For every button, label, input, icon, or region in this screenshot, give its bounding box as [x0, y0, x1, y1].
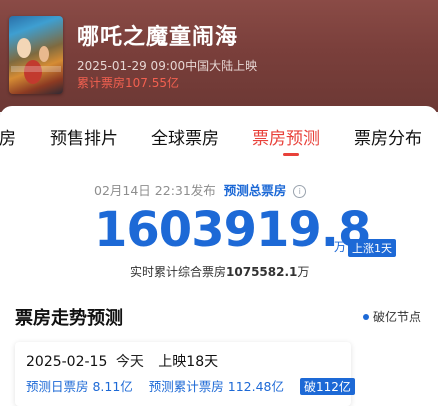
break-112-badge: 破112亿	[300, 378, 355, 395]
legend-dot	[363, 314, 369, 320]
movie-title: 哪吒之魔童闹海	[77, 25, 239, 50]
forecast-date: 2025-02-15	[26, 354, 108, 370]
content-panel: 房 预售排片 全球票房 票房预测 票房分布 02月14日 22:31发布 预测总…	[0, 106, 438, 406]
today-label: 今天	[115, 354, 144, 370]
movie-poster[interactable]	[9, 16, 63, 94]
forecast-date-line: 2025-02-15 今天 上映18天	[26, 351, 218, 371]
cumulative-box-office: 累计票房107.55亿	[77, 76, 179, 90]
break-node-label: 破亿节点	[373, 310, 422, 324]
tab-presale-schedule[interactable]: 预售排片	[50, 124, 118, 149]
forecast-values-row: 预测日票房 8.11亿 预测累计票房 112.48亿 破112亿	[26, 376, 355, 395]
realtime-box-office: 实时累计综合票房1075582.1万	[130, 263, 309, 280]
rise-badge: 上涨1天	[348, 239, 396, 257]
realtime-label: 实时累计综合票房	[130, 265, 227, 279]
update-time: 02月14日 22:31发布	[94, 183, 216, 198]
release-info: 2025-01-29 09:00中国大陆上映	[77, 59, 258, 73]
trend-section-title: 票房走势预测	[15, 308, 123, 329]
realtime-unit: 万	[297, 265, 310, 279]
forecast-card[interactable]: 2025-02-15 今天 上映18天 预测日票房 8.11亿 预测累计票房 1…	[15, 342, 355, 406]
tab-bar: 房 预售排片 全球票房 票房预测 票房分布	[0, 106, 438, 162]
value-unit: 万	[334, 240, 347, 254]
predicted-total-value: 1603919.8	[94, 202, 371, 258]
days-since-release: 上映18天	[158, 354, 219, 370]
cumulative-forecast: 预测累计票房 112.48亿	[148, 379, 285, 394]
tab-box-office-forecast[interactable]: 票房预测	[252, 124, 320, 149]
forecast-update-line: 02月14日 22:31发布 预测总票房 i	[94, 180, 307, 199]
info-icon[interactable]: i	[293, 185, 307, 198]
tab-box-office-distribution[interactable]: 票房分布	[354, 124, 422, 149]
daily-forecast: 预测日票房 8.11亿	[26, 379, 133, 394]
movie-header: 哪吒之魔童闹海 2025-01-29 09:00中国大陆上映 累计票房107.5…	[0, 0, 438, 112]
break-node-legend: 破亿节点	[363, 308, 421, 325]
realtime-value: 1075582.1	[226, 265, 298, 279]
tab-global-box-office[interactable]: 全球票房	[151, 124, 219, 149]
active-tab-indicator	[283, 153, 299, 156]
predicted-total-label: 预测总票房	[223, 183, 287, 198]
tab-partial[interactable]: 房	[0, 124, 16, 149]
